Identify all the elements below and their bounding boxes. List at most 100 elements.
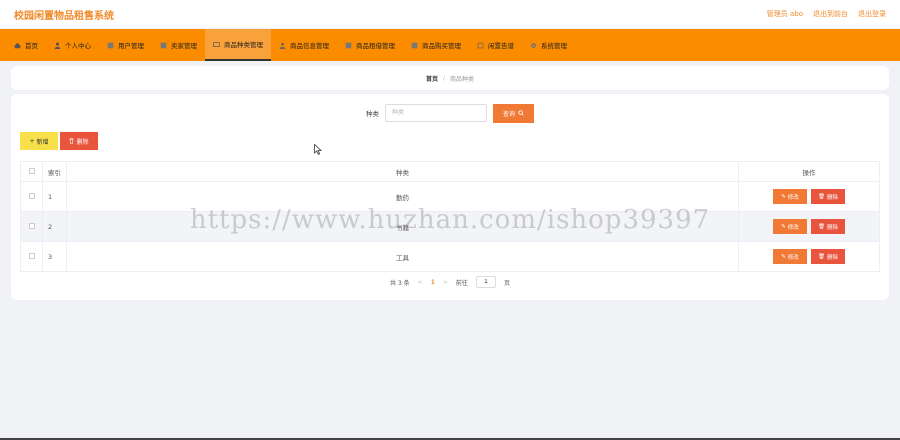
- logout-link[interactable]: 退出登录: [858, 9, 886, 19]
- add-button[interactable]: + 新增: [20, 132, 58, 150]
- pagination-total: 共 3 条: [390, 279, 410, 287]
- nav-item-goods[interactable]: 商品信息管理: [271, 29, 337, 61]
- nav-item-profile[interactable]: 个人中心: [46, 29, 99, 61]
- nav-item-label: 商品信息管理: [290, 42, 329, 50]
- search-label: 种类: [366, 110, 379, 118]
- delete-button[interactable]: 🗑 删除: [811, 249, 845, 264]
- user-icon: [54, 42, 61, 49]
- content-area: 首页 / 商品种类 种类 查询 + 新增 删除: [0, 61, 900, 440]
- trash-icon: 🗑: [818, 223, 825, 230]
- edit-label: 修改: [787, 254, 799, 261]
- nav-item-users[interactable]: 用户管理: [99, 29, 152, 61]
- nav-item-sellers[interactable]: 卖家管理: [152, 29, 205, 61]
- search-icon: [518, 110, 524, 116]
- row-checkbox[interactable]: [28, 252, 35, 259]
- row-actions: ✎ 修改 🗑 删除: [739, 219, 879, 234]
- breadcrumb-separator: /: [442, 74, 446, 82]
- breadcrumb-home[interactable]: 首页: [426, 74, 438, 83]
- nav-item-category[interactable]: 商品种类管理: [205, 29, 271, 61]
- page-number-current[interactable]: 1: [431, 279, 435, 286]
- prev-page-button[interactable]: <: [418, 279, 423, 286]
- pagination: 共 3 条 < 1 > 前往 页: [11, 275, 889, 289]
- row-check-cell: [20, 181, 43, 212]
- nav-item-label: 系统管理: [541, 42, 567, 50]
- nav-item-label: 个人中心: [65, 42, 91, 50]
- edit-label: 修改: [787, 224, 799, 231]
- row-checkbox[interactable]: [28, 222, 35, 229]
- category-table: 索引 种类 操作 1 勤药 ✎ 修改 🗑 删除 2 书籍 ✎ 修改 🗑 删除 3…: [20, 161, 880, 272]
- row-kind: 勤药: [66, 181, 739, 212]
- search-bar: 种类 查询: [11, 103, 889, 123]
- row-index: 3: [42, 241, 67, 272]
- table-row: 2 书籍 ✎ 修改 🗑 删除: [20, 211, 880, 242]
- action-buttons: + 新增 删除: [20, 132, 98, 150]
- back-to-front-link[interactable]: 退出到前台: [813, 9, 848, 19]
- add-button-label: 新增: [36, 138, 49, 146]
- settings-icon: [531, 42, 536, 48]
- goto-page-input[interactable]: [475, 276, 496, 288]
- row-kind: 工具: [66, 241, 739, 272]
- trash-icon: 🗑: [818, 193, 825, 200]
- header-index: 索引: [42, 161, 67, 182]
- nav-item-label: 卖家管理: [171, 42, 197, 50]
- row-kind: 书籍: [66, 211, 739, 242]
- nav-item-rent[interactable]: 商品租借管理: [337, 29, 403, 61]
- edit-button[interactable]: ✎ 修改: [773, 249, 807, 264]
- query-button-label: 查询: [502, 110, 515, 118]
- edit-icon: ✎: [781, 253, 786, 260]
- table-row: 3 工具 ✎ 修改 🗑 删除: [20, 241, 880, 272]
- nav-item-label: 商品租借管理: [356, 42, 395, 50]
- rent-icon: [345, 42, 352, 48]
- main-nav: 首页 个人中心 用户管理 卖家管理 商品种类管理 商品信息管理 商品租借管理 商…: [0, 29, 900, 61]
- goto-label: 前往: [455, 279, 468, 287]
- search-input[interactable]: [385, 104, 487, 122]
- top-bar: 校园闲置物品租售系统 管理员 abo 退出到前台 退出登录: [0, 0, 900, 29]
- top-right-links: 管理员 abo 退出到前台 退出登录: [767, 9, 886, 19]
- row-check-cell: [20, 211, 43, 242]
- nav-item-home[interactable]: 首页: [6, 29, 46, 61]
- nav-item-label: 商品购买管理: [422, 42, 461, 50]
- nav-item-label: 商品种类管理: [224, 41, 263, 49]
- goods-icon: [279, 42, 286, 49]
- nav-item-system[interactable]: 系统管理: [522, 29, 575, 61]
- delete-label: 删除: [826, 224, 838, 231]
- cart-icon: [411, 42, 418, 48]
- category-icon: [213, 41, 220, 47]
- row-checkbox[interactable]: [28, 192, 35, 199]
- edit-icon: ✎: [781, 193, 786, 200]
- header-kind: 种类: [66, 161, 739, 182]
- users-icon: [107, 42, 114, 48]
- edit-icon: ✎: [781, 223, 786, 230]
- home-icon: [14, 42, 21, 48]
- row-actions: ✎ 修改 🗑 删除: [739, 189, 879, 204]
- nav-item-purchase[interactable]: 商品购买管理: [403, 29, 469, 61]
- breadcrumb-current: 商品种类: [450, 75, 475, 83]
- delete-button[interactable]: 🗑 删除: [811, 219, 845, 234]
- plus-icon: +: [29, 137, 35, 145]
- row-ops: ✎ 修改 🗑 删除: [738, 241, 880, 272]
- mouse-cursor-icon: [314, 144, 322, 155]
- next-page-button[interactable]: >: [443, 279, 448, 286]
- nav-item-notice[interactable]: 闲置告谱: [469, 29, 522, 61]
- delete-button[interactable]: 🗑 删除: [811, 189, 845, 204]
- trash-icon: 🗑: [818, 253, 825, 260]
- header-ops: 操作: [738, 161, 880, 182]
- batch-delete-button[interactable]: 删除: [60, 132, 98, 150]
- seller-icon: [160, 42, 167, 48]
- edit-button[interactable]: ✎ 修改: [773, 189, 807, 204]
- row-check-cell: [20, 241, 43, 272]
- row-index: 1: [42, 181, 67, 212]
- table-row: 1 勤药 ✎ 修改 🗑 删除: [20, 181, 880, 212]
- select-all-checkbox[interactable]: [28, 167, 35, 174]
- query-button[interactable]: 查询: [493, 103, 534, 123]
- main-card: 种类 查询 + 新增 删除 索引 种类 操作: [11, 94, 889, 300]
- notice-icon: [477, 42, 484, 48]
- page-unit: 页: [503, 279, 510, 287]
- row-ops: ✎ 修改 🗑 删除: [738, 211, 880, 242]
- nav-item-label: 用户管理: [118, 42, 144, 50]
- edit-button[interactable]: ✎ 修改: [773, 219, 807, 234]
- table-header-row: 索引 种类 操作: [20, 161, 880, 182]
- current-user-link[interactable]: 管理员 abo: [767, 9, 803, 19]
- row-ops: ✎ 修改 🗑 删除: [738, 181, 880, 212]
- nav-item-label: 首页: [25, 42, 38, 50]
